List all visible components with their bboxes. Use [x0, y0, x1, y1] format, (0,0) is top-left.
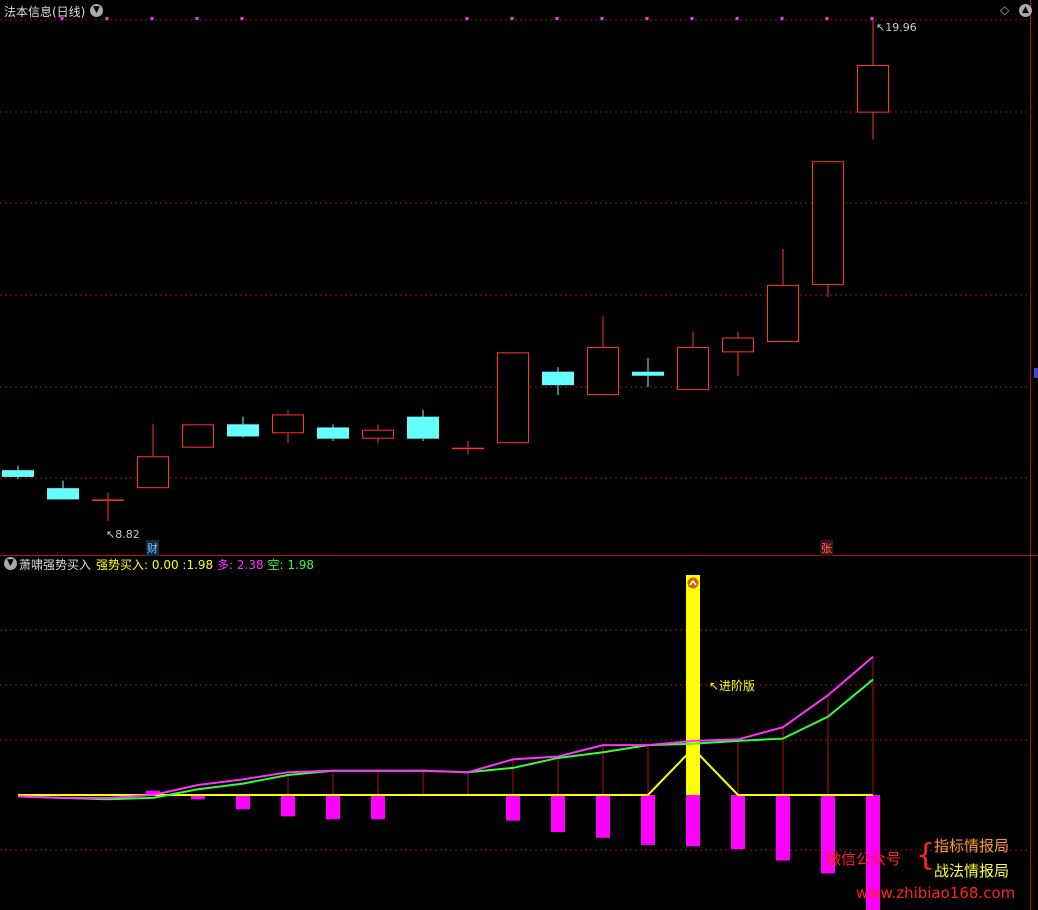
candle-body	[47, 488, 79, 500]
legend-sep-value: 1.98	[186, 558, 214, 572]
indicator-bar	[551, 795, 565, 833]
candle-body	[2, 470, 34, 477]
candle-body	[677, 346, 709, 391]
buy-signal-bar	[686, 575, 700, 795]
scroll-marker	[1034, 368, 1038, 378]
candle-body	[722, 337, 754, 353]
cai-marker: 财	[146, 540, 159, 556]
candle-body	[812, 161, 844, 285]
candle-body	[272, 414, 304, 434]
dot-marker	[780, 17, 784, 20]
dot-marker	[195, 17, 199, 20]
indicator-bar	[686, 795, 700, 847]
dot-marker	[870, 17, 874, 20]
legend-duo-value: 2.38	[236, 558, 264, 572]
chevron-down-icon[interactable]: ▼	[90, 4, 103, 17]
chart-labels: ↖19.96 ↖8.82 ↖进阶版	[106, 21, 1038, 693]
indicator-legend: 强势买入: 0.00 :1.98 多: 2.38 空: 1.98	[96, 556, 314, 573]
legend-buy-value: 0.00	[151, 558, 179, 572]
watermark-right-bottom: 战法情报局	[934, 862, 1010, 880]
diamond-icon[interactable]: ◇	[1000, 3, 1009, 17]
indicator-series	[17, 575, 880, 910]
indicator-bar	[776, 795, 790, 861]
dot-marker	[825, 17, 829, 20]
candle-body	[137, 456, 169, 489]
candle-body	[407, 416, 439, 439]
candle-body	[857, 64, 889, 113]
low-price-label: ↖8.82	[106, 528, 140, 541]
dot-marker	[510, 17, 514, 20]
annotation-label: ↖进阶版	[709, 679, 755, 693]
candle-body	[497, 352, 529, 444]
indicator-bar	[371, 795, 385, 820]
dot-marker	[150, 17, 154, 20]
candle-body	[632, 371, 664, 376]
dot-marker	[600, 17, 604, 20]
chevron-up-icon[interactable]: ▲	[1019, 4, 1032, 17]
legend-kong-value: 1.98	[287, 558, 315, 572]
dot-marker	[465, 17, 469, 20]
dot-marker	[645, 17, 649, 20]
legend-kong-label: 空:	[267, 558, 284, 572]
dot-marker	[690, 17, 694, 20]
chart-area: ↖19.96 ↖8.82 ↖进阶版	[0, 0, 1038, 910]
indicator-bar	[506, 795, 520, 821]
candle-body	[587, 346, 619, 396]
watermark-left: 微信公众号	[826, 850, 902, 868]
watermark-right-top: 指标情报局	[934, 837, 1010, 855]
indicator-bar	[641, 795, 655, 845]
candle-body	[542, 371, 574, 386]
dot-marker	[735, 17, 739, 20]
candlestick-series	[2, 20, 889, 521]
upper-title: 法本信息(日线)	[4, 5, 86, 19]
kong-line	[17, 678, 874, 801]
legend-buy-label: 强势买入:	[96, 558, 149, 572]
candle-body	[182, 424, 214, 448]
high-price-label: ↖19.96	[876, 21, 917, 34]
indicator-bar	[596, 795, 610, 838]
dot-marker	[240, 17, 244, 20]
brace-icon: {	[916, 838, 936, 873]
indicator-bar	[731, 795, 745, 850]
candle-body	[317, 427, 349, 439]
dot-marker	[555, 17, 559, 20]
legend-duo-label: 多:	[217, 558, 234, 572]
signal-icon	[686, 576, 700, 590]
upper-gridlines	[0, 0, 1038, 910]
candle-body	[362, 429, 394, 439]
watermark-url: www.zhibiao168.com	[856, 884, 1016, 902]
candle-body	[452, 447, 484, 450]
indicator-bar	[281, 795, 295, 817]
indicator-bar	[326, 795, 340, 820]
indicator-bar	[236, 795, 250, 810]
indicator-title: 萧啸强势买入	[19, 558, 92, 572]
candle-body	[227, 424, 259, 437]
candle-body	[767, 284, 799, 343]
dot-marker	[105, 17, 109, 20]
duo-line	[17, 656, 874, 799]
chevron-down-icon[interactable]: ▼	[4, 557, 17, 570]
candle-body	[92, 499, 124, 501]
zhang-marker: 张	[820, 540, 833, 556]
